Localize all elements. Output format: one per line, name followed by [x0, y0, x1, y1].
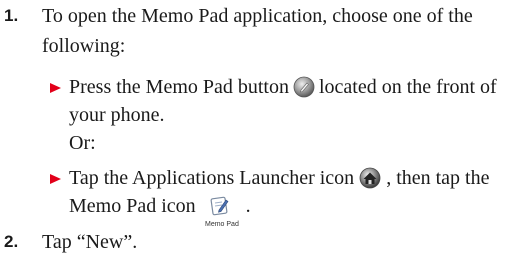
bullet-1-line1: Press the Memo Pad button located on the…	[69, 75, 497, 104]
bullet-2-text-before-icon: Tap the Applications Launcher icon	[69, 167, 355, 189]
bullet-2-text-after-icon: , then tap the	[386, 167, 490, 189]
step-1-text-line1: To open the Memo Pad application, choose…	[42, 5, 473, 27]
memo-pad-icon	[209, 195, 231, 223]
bullet-2-line2-after-icon: .	[245, 195, 251, 217]
bullet-2-line2: Memo Pad icon .	[69, 194, 251, 223]
step-2-number: 2.	[4, 232, 19, 251]
bullet-arrow-icon	[50, 174, 61, 184]
memo-pad-icon-caption: Memo Pad	[205, 221, 239, 228]
bullet-2-line2-before-icon: Memo Pad icon	[69, 195, 196, 217]
bullet-1-line2: your phone.	[69, 104, 165, 126]
memo-pad-button-icon	[293, 76, 315, 104]
bullet-arrow-icon	[50, 83, 61, 93]
instruction-document: 1. To open the Memo Pad application, cho…	[0, 0, 531, 259]
step-1-text-line2: following:	[42, 35, 126, 57]
bullet-1-text-after-icon: located on the front of	[319, 76, 497, 98]
bullet-2-line1: Tap the Applications Launcher icon , the…	[69, 166, 490, 195]
step-2-text: Tap “New”.	[42, 231, 138, 253]
bullet-1-text-before-icon: Press the Memo Pad button	[69, 76, 289, 98]
or-text: Or:	[69, 132, 96, 154]
applications-launcher-icon	[358, 167, 382, 195]
step-1-number: 1.	[4, 6, 19, 25]
